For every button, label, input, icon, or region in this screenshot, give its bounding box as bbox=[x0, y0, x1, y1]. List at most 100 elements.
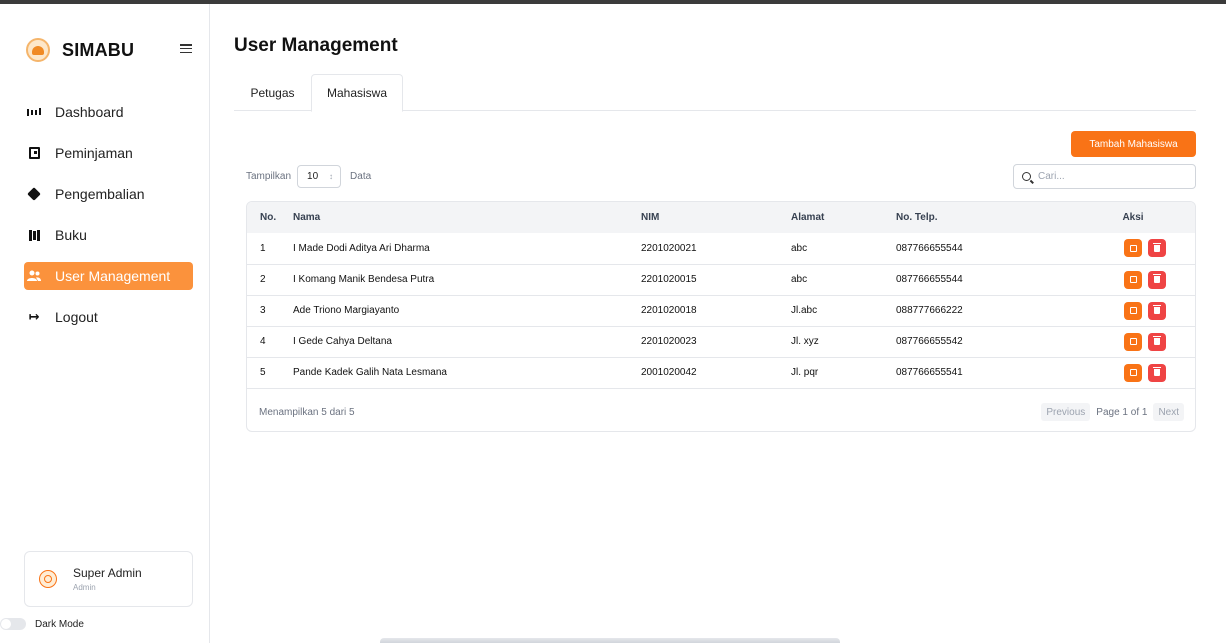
cell-nama: I Made Dodi Aditya Ari Dharma bbox=[293, 242, 430, 254]
logo-icon bbox=[26, 38, 50, 62]
cell-telp: 087766655544 bbox=[896, 274, 963, 285]
mahasiswa-table-card: No. Nama NIM Alamat No. Telp. Aksi 1 I M… bbox=[246, 201, 1196, 432]
sidebar-item-dashboard[interactable]: Dashboard bbox=[24, 98, 193, 126]
sidebar-item-peminjaman[interactable]: Peminjaman bbox=[24, 139, 193, 167]
sidebar-item-pengembalian[interactable]: Pengembalian bbox=[24, 180, 193, 208]
edit-icon[interactable] bbox=[1124, 301, 1142, 320]
sidebar-item-buku[interactable]: Buku bbox=[24, 221, 193, 249]
table-footer: Menampilkan 5 dari 5 Previous Page 1 of … bbox=[247, 392, 1195, 431]
table-row: 4 I Gede Cahya Deltana 2201020023 Jl. xy… bbox=[247, 326, 1195, 357]
chevron-updown-icon: ↕ bbox=[329, 172, 334, 181]
sidebar-item-label: Pengembalian bbox=[55, 186, 145, 202]
tab-petugas[interactable]: Petugas bbox=[234, 74, 311, 111]
table-row: 3 Ade Triono Margiayanto 2201020018 Jl.a… bbox=[247, 295, 1195, 326]
pagination: Previous Page 1 of 1 Next bbox=[1041, 403, 1184, 421]
brand[interactable]: SIMABU bbox=[26, 38, 134, 62]
avatar-icon bbox=[39, 570, 57, 588]
delete-icon[interactable] bbox=[1148, 332, 1166, 351]
column-header-aksi: Aksi bbox=[1122, 212, 1144, 223]
sidebar-item-label: Peminjaman bbox=[55, 145, 133, 161]
users-icon bbox=[27, 269, 41, 283]
cell-telp: 087766655541 bbox=[896, 367, 963, 378]
delete-icon[interactable] bbox=[1148, 363, 1166, 382]
search-icon bbox=[1022, 172, 1031, 181]
sidebar-item-label: Buku bbox=[55, 227, 87, 243]
taskbar-edge bbox=[380, 638, 840, 643]
tab-mahasiswa[interactable]: Mahasiswa bbox=[311, 74, 403, 112]
delete-icon[interactable] bbox=[1148, 270, 1166, 289]
cell-nim: 2201020015 bbox=[641, 274, 697, 285]
cell-telp: 087766655542 bbox=[896, 336, 963, 347]
cell-no: 2 bbox=[260, 274, 266, 285]
sidebar-item-logout[interactable]: ↦ Logout bbox=[24, 303, 193, 331]
dark-mode-toggle[interactable] bbox=[0, 618, 26, 630]
cell-nim: 2001020042 bbox=[641, 367, 697, 378]
cell-alamat: abc bbox=[791, 242, 808, 254]
tab-bar: Petugas Mahasiswa bbox=[234, 74, 1196, 112]
books-icon bbox=[27, 228, 41, 242]
edit-icon[interactable] bbox=[1124, 270, 1142, 289]
cell-nama: I Komang Manik Bendesa Putra bbox=[293, 274, 435, 285]
dark-mode-row: Dark Mode bbox=[0, 618, 84, 630]
mahasiswa-table: No. Nama NIM Alamat No. Telp. Aksi 1 I M… bbox=[247, 202, 1195, 389]
cell-telp: 088777666222 bbox=[896, 305, 963, 316]
column-header-telp[interactable]: No. Telp. bbox=[896, 202, 1071, 233]
cell-no: 4 bbox=[260, 336, 266, 347]
profile-role: Admin bbox=[73, 583, 96, 592]
edit-icon[interactable] bbox=[1124, 332, 1142, 351]
next-button[interactable]: Next bbox=[1153, 403, 1184, 421]
hamburger-menu-icon[interactable] bbox=[180, 44, 192, 53]
show-label: Tampilkan bbox=[246, 171, 292, 182]
cell-nama: Ade Triono Margiayanto bbox=[293, 305, 400, 316]
table-row: 5 Pande Kadek Galih Nata Lesmana 2001020… bbox=[247, 357, 1195, 388]
cell-aksi bbox=[1071, 326, 1195, 357]
cell-aksi bbox=[1071, 295, 1195, 326]
previous-button[interactable]: Previous bbox=[1041, 403, 1091, 421]
cell-nama: Pande Kadek Galih Nata Lesmana bbox=[293, 367, 447, 378]
search-input[interactable] bbox=[1038, 171, 1188, 182]
cell-alamat: Jl.abc bbox=[791, 305, 818, 316]
page-size-control: Tampilkan 10 ↕ Data bbox=[246, 165, 371, 188]
show-suffix: Data bbox=[350, 171, 372, 182]
user-profile-card[interactable]: Super Admin Admin bbox=[24, 551, 193, 607]
sidebar-item-user-management[interactable]: User Management bbox=[24, 262, 193, 290]
dark-mode-label: Dark Mode bbox=[35, 618, 84, 630]
cell-no: 5 bbox=[260, 367, 266, 378]
page-title: User Management bbox=[234, 35, 398, 56]
box-icon bbox=[27, 187, 41, 201]
table-row: 1 I Made Dodi Aditya Ari Dharma 22010200… bbox=[247, 233, 1195, 264]
column-header-nim[interactable]: NIM bbox=[641, 202, 791, 233]
delete-icon[interactable] bbox=[1148, 239, 1166, 258]
cell-aksi bbox=[1071, 233, 1195, 264]
page-size-value: 10 bbox=[307, 171, 319, 182]
logout-icon: ↦ bbox=[28, 309, 40, 324]
table-header-row: No. Nama NIM Alamat No. Telp. Aksi bbox=[247, 202, 1195, 233]
edit-icon[interactable] bbox=[1124, 363, 1142, 382]
cell-alamat: abc bbox=[791, 274, 808, 285]
cell-telp: 087766655544 bbox=[896, 242, 963, 254]
sidebar-item-label: User Management bbox=[55, 268, 171, 284]
column-header-nama[interactable]: Nama bbox=[293, 202, 641, 233]
profile-name: Super Admin bbox=[73, 566, 142, 580]
cell-no: 3 bbox=[260, 305, 266, 316]
table-footer-info: Menampilkan 5 dari 5 bbox=[259, 406, 355, 418]
add-mahasiswa-button[interactable]: Tambah Mahasiswa bbox=[1071, 131, 1196, 157]
cell-nama: I Gede Cahya Deltana bbox=[293, 336, 392, 347]
dashboard-icon bbox=[27, 105, 41, 119]
page-size-select[interactable]: 10 ↕ bbox=[297, 165, 342, 188]
delete-icon[interactable] bbox=[1148, 301, 1166, 320]
cell-nim: 2201020018 bbox=[641, 305, 697, 316]
cell-aksi bbox=[1071, 264, 1195, 295]
cell-nim: 2201020021 bbox=[641, 242, 697, 254]
column-header-no[interactable]: No. bbox=[247, 202, 293, 233]
column-header-alamat[interactable]: Alamat bbox=[791, 202, 896, 233]
sidebar-nav: Dashboard Peminjaman Pengembalian Buku U… bbox=[24, 98, 193, 344]
table-row: 2 I Komang Manik Bendesa Putra 220102001… bbox=[247, 264, 1195, 295]
search-box[interactable] bbox=[1013, 164, 1196, 189]
sidebar-item-label: Logout bbox=[55, 309, 98, 325]
app-name: SIMABU bbox=[62, 39, 135, 60]
cell-aksi bbox=[1071, 357, 1195, 388]
cell-nim: 2201020023 bbox=[641, 336, 697, 347]
edit-icon[interactable] bbox=[1124, 239, 1142, 258]
sidebar: SIMABU Dashboard Peminjaman Pengembalian… bbox=[0, 4, 210, 643]
